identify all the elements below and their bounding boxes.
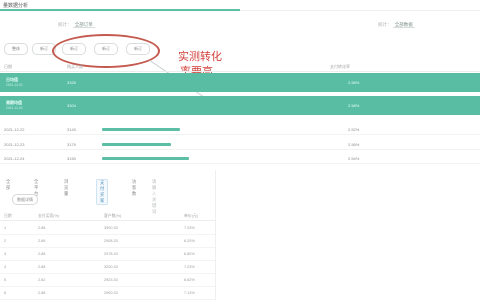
table-row[interactable]: 2021-12-22 3143 2.52% bbox=[0, 124, 480, 135]
panel-table-header: 日期 支付买家(%) 客户数(%) 单价(元) bbox=[0, 212, 215, 221]
selector-label: 统计： bbox=[58, 22, 72, 27]
column-header-buyers: 购买人数 bbox=[67, 64, 83, 69]
panel-col-price: 单价(元) bbox=[184, 214, 198, 218]
column-header-date: 日期 bbox=[4, 64, 12, 69]
cell: 3900.33 bbox=[104, 226, 118, 230]
highlight-row[interactable]: 日均值 2021-12-01 3325 2.58% bbox=[0, 73, 480, 92]
row-rate: 2.58% bbox=[348, 103, 360, 108]
row-rate: 2.58% bbox=[348, 80, 360, 85]
panel-tab-buyers[interactable]: 支付买家 bbox=[96, 179, 109, 205]
cell: 2.66 bbox=[38, 239, 46, 243]
panel-search-input[interactable]: 请输入关键词 bbox=[152, 179, 156, 215]
cell: 6.20% bbox=[184, 239, 195, 243]
selector-value[interactable]: 全部订单 bbox=[72, 22, 95, 28]
panel-col-customers: 客户数(%) bbox=[104, 214, 122, 218]
cell: 1 bbox=[4, 226, 7, 230]
cell: 3 bbox=[4, 252, 7, 256]
row-date: 2021-12-22 bbox=[4, 127, 25, 132]
column-header-rate: 支付转化率 bbox=[330, 64, 350, 69]
cell: 7.23% bbox=[184, 265, 195, 269]
row-buyers: 3325 bbox=[67, 80, 76, 85]
row-buyers: 3143 bbox=[67, 127, 76, 132]
cell: 4 bbox=[4, 265, 7, 269]
sub-tab-1[interactable]: 整体 bbox=[4, 43, 28, 55]
row-rate: 2.56% bbox=[348, 142, 360, 147]
row-date: 2021-12-23 bbox=[4, 142, 25, 147]
row-sub: 2021-12-01 bbox=[6, 106, 23, 110]
panel-tab-visitors[interactable]: 访客数 bbox=[132, 179, 136, 197]
table-row[interactable]: 2021-12-24 3150 2.54% bbox=[0, 153, 480, 164]
cell: 5 bbox=[4, 278, 7, 282]
row-rate: 2.54% bbox=[348, 156, 360, 161]
cell: 2.88 bbox=[38, 265, 46, 269]
table-header: 日期 购买人数 支付转化率 bbox=[0, 62, 480, 72]
selector-data[interactable]: 统计： 全部数据 bbox=[378, 22, 415, 31]
panel-table-row[interactable]: 4 2.88 3200.33 7.23% bbox=[0, 261, 215, 274]
cell: 2.88 bbox=[38, 226, 46, 230]
highlight-row[interactable]: 周期均值 2021-12-01 3304 2.58% bbox=[0, 96, 480, 115]
panel-table-row[interactable]: 2 2.66 2908.33 6.20% bbox=[0, 235, 215, 248]
selector-label: 统计： bbox=[378, 22, 392, 27]
cell: 2900.33 bbox=[104, 291, 118, 295]
cell: 2.88 bbox=[38, 291, 46, 295]
row-rate: 2.52% bbox=[348, 127, 360, 132]
row-bar bbox=[102, 143, 171, 146]
panel-table-row[interactable]: 1 2.88 3900.33 7.23% bbox=[0, 222, 215, 235]
row-bar bbox=[102, 157, 189, 160]
cell: 6.80% bbox=[184, 252, 195, 256]
row-buyers: 3150 bbox=[67, 156, 76, 161]
table-row[interactable]: 2021-12-23 3179 2.56% bbox=[0, 139, 480, 150]
cell: 7.13% bbox=[184, 291, 195, 295]
panel-col-date: 日期 bbox=[4, 214, 12, 218]
active-tab-indicator bbox=[0, 9, 240, 11]
panel-table-row[interactable]: 5 2.62 2923.33 6.62% bbox=[0, 274, 215, 287]
cell: 2.88 bbox=[38, 252, 46, 256]
top-bar: 量数据分析 bbox=[0, 0, 480, 11]
cell: 2923.33 bbox=[104, 278, 118, 282]
window-title: 量数据分析 bbox=[3, 3, 29, 9]
cell: 2 bbox=[4, 239, 7, 243]
panel-col-buyers: 支付买家(%) bbox=[38, 214, 60, 218]
cell: 2908.33 bbox=[104, 239, 118, 243]
panel-table-row[interactable]: 6 2.88 2900.33 7.13% bbox=[0, 287, 215, 300]
row-buyers: 3304 bbox=[67, 103, 76, 108]
row-bar bbox=[102, 128, 180, 131]
cell: 2.62 bbox=[38, 278, 46, 282]
selector-order[interactable]: 统计： 全部订单 bbox=[58, 22, 95, 31]
panel-table-row[interactable]: 3 2.88 2978.33 6.80% bbox=[0, 248, 215, 261]
cell: 7.23% bbox=[184, 226, 195, 230]
row-date: 2021-12-24 bbox=[4, 156, 25, 161]
panel-tab-all[interactable]: 全部 bbox=[6, 179, 10, 191]
detail-pill-button[interactable]: 数据详情 bbox=[12, 194, 38, 205]
panel-tab-pv[interactable]: 浏览量 bbox=[64, 179, 68, 197]
cell: 2978.33 bbox=[104, 252, 118, 256]
row-buyers: 3179 bbox=[67, 142, 76, 147]
cell: 6.62% bbox=[184, 278, 195, 282]
row-sub: 2021-12-01 bbox=[6, 83, 23, 87]
cell: 6 bbox=[4, 291, 7, 295]
cell: 3200.33 bbox=[104, 265, 118, 269]
selector-value[interactable]: 全部数据 bbox=[392, 22, 415, 28]
